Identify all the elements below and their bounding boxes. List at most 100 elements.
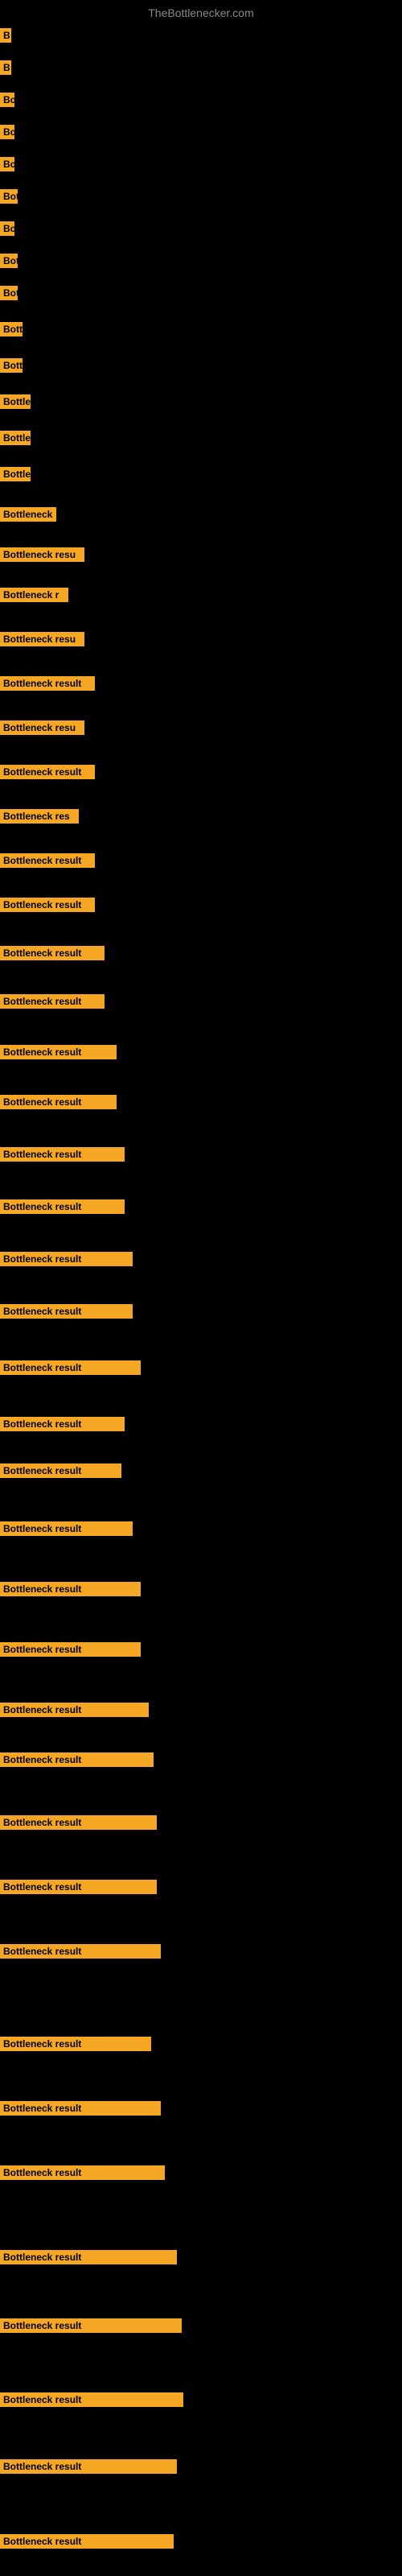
bottleneck-label: Bottleneck result bbox=[0, 1252, 133, 1266]
bottleneck-label: Bottle bbox=[0, 467, 31, 481]
bottleneck-item: B bbox=[0, 60, 11, 79]
bottleneck-item: Bottleneck result bbox=[0, 1815, 157, 1834]
bottleneck-label: Bottleneck result bbox=[0, 765, 95, 779]
bottleneck-label: Bottleneck result bbox=[0, 1521, 133, 1536]
bottleneck-label: Bottleneck result bbox=[0, 1752, 154, 1767]
bottleneck-item: Bott bbox=[0, 358, 23, 377]
bottleneck-item: Bot bbox=[0, 189, 18, 208]
bottleneck-label: Bottleneck result bbox=[0, 1880, 157, 1894]
bottleneck-label: Bo bbox=[0, 93, 14, 107]
bottleneck-item: Bottleneck resu bbox=[0, 720, 84, 739]
bottleneck-item: Bottleneck result bbox=[0, 2392, 183, 2411]
bottleneck-label: Bottleneck result bbox=[0, 2534, 174, 2549]
bottleneck-item: Bottleneck result bbox=[0, 898, 95, 916]
bottleneck-item: Bot bbox=[0, 286, 18, 304]
bottleneck-item: Bottleneck result bbox=[0, 1417, 125, 1435]
bottleneck-label: Bottleneck result bbox=[0, 2101, 161, 2116]
bottleneck-item: Bottleneck result bbox=[0, 2101, 161, 2120]
bottleneck-item: Bottleneck result bbox=[0, 1582, 141, 1600]
bottleneck-label: Bottleneck result bbox=[0, 1463, 121, 1478]
bottleneck-label: Bot bbox=[0, 254, 18, 268]
bottleneck-label: Bottleneck r bbox=[0, 588, 68, 602]
bottleneck-item: Bottleneck res bbox=[0, 809, 79, 828]
bottleneck-label: Bot bbox=[0, 189, 18, 204]
bottleneck-label: Bottleneck res bbox=[0, 809, 79, 824]
bottleneck-item: Bo bbox=[0, 125, 14, 143]
bottleneck-label: Bottleneck result bbox=[0, 1304, 133, 1319]
bottleneck-item: Bottleneck result bbox=[0, 1642, 141, 1661]
bottleneck-label: Bottleneck result bbox=[0, 676, 95, 691]
bottleneck-label: Bottleneck result bbox=[0, 1642, 141, 1657]
bottleneck-item: Bottleneck result bbox=[0, 1944, 161, 1963]
bottleneck-label: Bottleneck resu bbox=[0, 720, 84, 735]
bottleneck-label: Bottle bbox=[0, 431, 31, 445]
bottleneck-label: Bottleneck result bbox=[0, 1582, 141, 1596]
bottleneck-label: Bott bbox=[0, 358, 23, 373]
bottleneck-item: Bottle bbox=[0, 467, 31, 485]
bottleneck-item: Bottle bbox=[0, 394, 31, 413]
bottleneck-item: Bottleneck result bbox=[0, 765, 95, 783]
bottleneck-item: Bottleneck result bbox=[0, 1147, 125, 1166]
bottleneck-label: Bottleneck result bbox=[0, 1095, 117, 1109]
bottleneck-item: Bottleneck result bbox=[0, 1304, 133, 1323]
bottleneck-item: Bottleneck result bbox=[0, 946, 105, 964]
bottleneck-label: Bo bbox=[0, 125, 14, 139]
bottleneck-label: Bottleneck resu bbox=[0, 632, 84, 646]
bottleneck-item: Bott bbox=[0, 322, 23, 341]
bottleneck-item: Bottleneck result bbox=[0, 1095, 117, 1113]
bottleneck-item: Bottleneck result bbox=[0, 994, 105, 1013]
bottleneck-label: Bottleneck result bbox=[0, 2392, 183, 2407]
bottleneck-item: Bottleneck result bbox=[0, 1752, 154, 1771]
bottleneck-item: Bottleneck result bbox=[0, 676, 95, 695]
bottleneck-item: Bottleneck result bbox=[0, 1199, 125, 1218]
bottleneck-label: Bo bbox=[0, 221, 14, 236]
bottleneck-item: Bottleneck result bbox=[0, 1360, 141, 1379]
bottleneck-label: Bottleneck result bbox=[0, 2318, 182, 2333]
bottleneck-item: Bottleneck result bbox=[0, 1045, 117, 1063]
bottleneck-item: Bottleneck result bbox=[0, 1463, 121, 1482]
bottleneck-item: Bottleneck result bbox=[0, 1521, 133, 1540]
bottleneck-item: Bo bbox=[0, 157, 14, 175]
bottleneck-label: Bottle bbox=[0, 394, 31, 409]
bottleneck-label: Bottleneck result bbox=[0, 1360, 141, 1375]
bottleneck-label: Bottleneck result bbox=[0, 2165, 165, 2180]
bottleneck-item: Bottleneck result bbox=[0, 2318, 182, 2337]
bottleneck-item: Bo bbox=[0, 93, 14, 111]
bottleneck-label: Bottleneck result bbox=[0, 1417, 125, 1431]
bottleneck-label: Bottleneck result bbox=[0, 994, 105, 1009]
bottleneck-item: Bottleneck result bbox=[0, 1880, 157, 1898]
bottleneck-label: Bottleneck result bbox=[0, 853, 95, 868]
bottleneck-item: Bottleneck result bbox=[0, 2250, 177, 2268]
bottleneck-item: Bottleneck result bbox=[0, 1703, 149, 1721]
bottleneck-label: Bottleneck bbox=[0, 507, 56, 522]
bottleneck-label: Bottleneck resu bbox=[0, 547, 84, 562]
bottleneck-label: Bott bbox=[0, 322, 23, 336]
bottleneck-item: Bottleneck bbox=[0, 507, 56, 526]
bottleneck-label: Bottleneck result bbox=[0, 1703, 149, 1717]
bottleneck-label: B bbox=[0, 28, 11, 43]
bottleneck-label: Bottleneck result bbox=[0, 1199, 125, 1214]
site-title: TheBottlenecker.com bbox=[148, 6, 254, 19]
bottleneck-item: Bottleneck result bbox=[0, 853, 95, 872]
bottleneck-item: Bottleneck resu bbox=[0, 632, 84, 650]
bottleneck-label: Bottleneck result bbox=[0, 2459, 177, 2474]
bottleneck-label: Bot bbox=[0, 286, 18, 300]
bottleneck-item: Bottleneck result bbox=[0, 2037, 151, 2055]
bottleneck-item: Bottle bbox=[0, 431, 31, 449]
bottleneck-item: Bottleneck result bbox=[0, 2534, 174, 2553]
bottleneck-label: Bo bbox=[0, 157, 14, 171]
bottleneck-label: Bottleneck result bbox=[0, 2250, 177, 2264]
bottleneck-label: Bottleneck result bbox=[0, 1147, 125, 1162]
bottleneck-label: Bottleneck result bbox=[0, 2037, 151, 2051]
bottleneck-label: Bottleneck result bbox=[0, 898, 95, 912]
bottleneck-label: Bottleneck result bbox=[0, 1944, 161, 1959]
bottleneck-item: B bbox=[0, 28, 11, 47]
bottleneck-label: Bottleneck result bbox=[0, 946, 105, 960]
bottleneck-label: Bottleneck result bbox=[0, 1045, 117, 1059]
bottleneck-item: Bottleneck result bbox=[0, 1252, 133, 1270]
bottleneck-item: Bot bbox=[0, 254, 18, 272]
bottleneck-item: Bottleneck resu bbox=[0, 547, 84, 566]
bottleneck-item: Bo bbox=[0, 221, 14, 240]
bottleneck-item: Bottleneck result bbox=[0, 2165, 165, 2184]
bottleneck-label: Bottleneck result bbox=[0, 1815, 157, 1830]
